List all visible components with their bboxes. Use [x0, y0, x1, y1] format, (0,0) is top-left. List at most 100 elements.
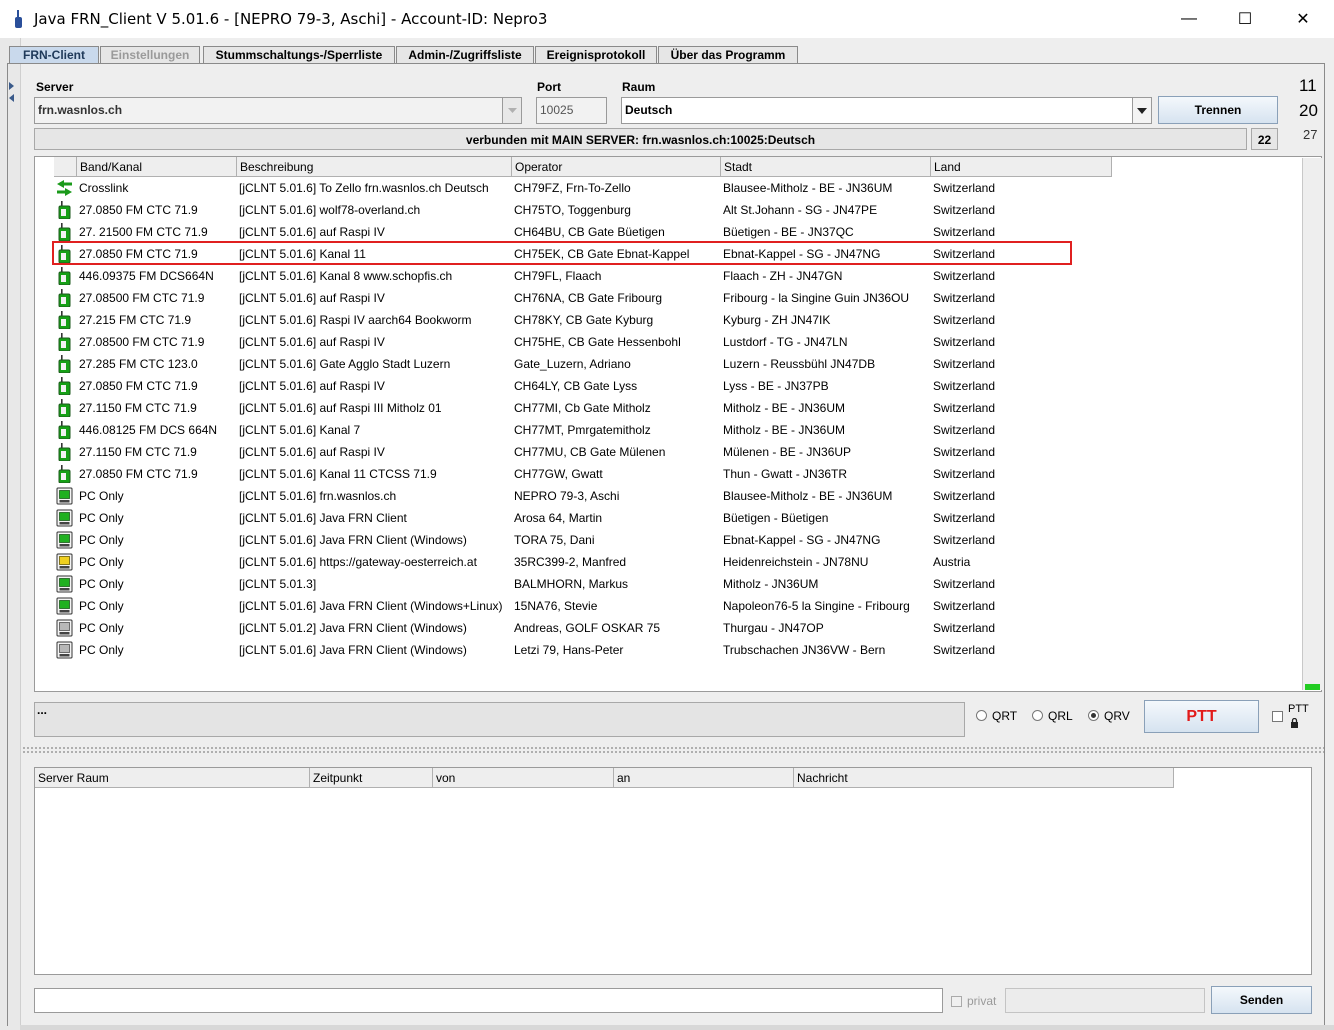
ptt-lock-checkbox[interactable]: [1272, 711, 1283, 722]
band-cell: 27.0850 FM CTC 71.9: [79, 379, 198, 393]
port-field[interactable]: 10025: [536, 97, 607, 124]
column-header-description[interactable]: Beschreibung: [237, 157, 512, 177]
column-header-city[interactable]: Stadt: [721, 157, 931, 177]
column-header-time[interactable]: Zeitpunkt: [310, 768, 433, 788]
crosslink-icon: [56, 179, 73, 197]
tab-frn-client[interactable]: FRN-Client: [9, 46, 99, 63]
server-label: Server: [36, 80, 74, 94]
server-dropdown-arrow-icon[interactable]: [502, 98, 521, 123]
city-cell: Kyburg - ZH JN47IK: [723, 313, 831, 327]
table-row[interactable]: 27.285 FM CTC 123.0 [jCLNT 5.01.6] Gate A…: [54, 353, 1301, 375]
private-checkbox[interactable]: [951, 996, 962, 1007]
operator-cell: Letzi 79, Hans-Peter: [514, 643, 624, 657]
operator-cell: CH75TO, Toggenburg: [514, 203, 631, 217]
radio-green-icon: [56, 201, 73, 220]
column-header-operator[interactable]: Operator: [512, 157, 721, 177]
band-cell: Crosslink: [79, 181, 129, 195]
table-scrollbar[interactable]: [1302, 158, 1322, 690]
tab-ereignisprotokoll[interactable]: Ereignisprotokoll: [535, 46, 657, 63]
pc-green-icon: [56, 575, 73, 593]
tab-admin[interactable]: Admin-/Zugriffsliste: [396, 46, 534, 63]
user-count: 22: [1251, 128, 1278, 150]
table-row[interactable]: PC Only [jCLNT 5.01.6] https://gateway-oe…: [54, 551, 1301, 573]
port-label: Port: [537, 80, 561, 94]
table-row[interactable]: Crosslink [jCLNT 5.01.6] To Zello frn.was…: [54, 177, 1301, 199]
band-cell: 27.08500 FM CTC 71.9: [79, 335, 205, 349]
tab-ueber[interactable]: Über das Programm: [658, 46, 798, 63]
connection-status: verbunden mit MAIN SERVER: frn.wasnlos.c…: [34, 128, 1247, 150]
table-row[interactable]: PC Only [jCLNT 5.01.3] BALMHORN, Markus Mit…: [54, 573, 1301, 595]
column-header-message[interactable]: Nachricht: [794, 768, 1174, 788]
disconnect-button[interactable]: Trennen: [1158, 96, 1278, 124]
level-meter: [1305, 684, 1320, 690]
table-row[interactable]: PC Only [jCLNT 5.01.6] Java FRN Client Aro…: [54, 507, 1301, 529]
city-cell: Alt St.Johann - SG - JN47PE: [723, 203, 878, 217]
operator-cell: CH77GW, Gwatt: [514, 467, 603, 481]
country-cell: Switzerland: [933, 467, 996, 481]
column-header-to[interactable]: an: [614, 768, 794, 788]
close-button[interactable]: ✕: [1274, 0, 1332, 38]
band-cell: PC Only: [79, 621, 124, 635]
table-row[interactable]: PC Only [jCLNT 5.01.2] Java FRN Client (W…: [54, 617, 1301, 639]
column-header-from[interactable]: von: [433, 768, 614, 788]
operator-cell: Andreas, GOLF OSKAR 75: [514, 621, 661, 635]
radio-green-icon: [56, 289, 73, 308]
title-bar: Java FRN_Client V 5.01.6 - [NEPRO 79-3, …: [0, 0, 1334, 38]
column-header-band[interactable]: Band/Kanal: [77, 157, 237, 177]
table-row[interactable]: 446.08125 FM DCS 664N [jCLNT 5.01.6] Kana…: [54, 419, 1301, 441]
table-row[interactable]: 27. 21500 FM CTC 71.9 [jCLNT 5.01.6] auf …: [54, 221, 1301, 243]
country-cell: Switzerland: [933, 379, 996, 393]
city-cell: Heidenreichstein - JN78NU: [723, 555, 869, 569]
window-title: Java FRN_Client V 5.01.6 - [NEPRO 79-3, …: [34, 10, 548, 28]
table-row[interactable]: 27.0850 FM CTC 71.9 [jCLNT 5.01.6] auf Ra…: [54, 375, 1301, 397]
operator-cell: CH75HE, CB Gate Hessenbohl: [514, 335, 681, 349]
maximize-button[interactable]: ☐: [1216, 0, 1274, 38]
tab-einstellungen[interactable]: Einstellungen: [100, 46, 200, 63]
table-row[interactable]: 27.215 FM CTC 71.9 [jCLNT 5.01.6] Raspi I…: [54, 309, 1301, 331]
counter-1: 11: [1299, 76, 1317, 95]
radio-qrt[interactable]: [976, 710, 987, 721]
room-combo[interactable]: Deutsch: [621, 97, 1152, 124]
table-row[interactable]: 27.1150 FM CTC 71.9 [jCLNT 5.01.6] auf Ra…: [54, 441, 1301, 463]
table-row[interactable]: PC Only [jCLNT 5.01.6] Java FRN Client (W…: [54, 639, 1301, 661]
operator-cell: CH64BU, CB Gate Büetigen: [514, 225, 665, 239]
table-row[interactable]: 27.0850 FM CTC 71.9 [jCLNT 5.01.6] wolf78…: [54, 199, 1301, 221]
private-recipient-field[interactable]: [1005, 988, 1205, 1013]
ptt-button[interactable]: PTT: [1144, 700, 1259, 733]
city-cell: Mitholz - BE - JN36UM: [723, 401, 846, 415]
country-cell: Switzerland: [933, 599, 996, 613]
country-cell: Switzerland: [933, 203, 996, 217]
server-combo[interactable]: frn.wasnlos.ch: [34, 97, 522, 124]
country-cell: Switzerland: [933, 335, 996, 349]
minimize-button[interactable]: —: [1160, 0, 1218, 38]
table-row[interactable]: 27.08500 FM CTC 71.9 [jCLNT 5.01.6] auf R…: [54, 287, 1301, 309]
pc-yellow-icon: [56, 553, 73, 571]
description-cell: [jCLNT 5.01.3]: [239, 577, 317, 591]
column-header-server-room[interactable]: Server Raum: [35, 768, 310, 788]
table-row[interactable]: PC Only [jCLNT 5.01.6] Java FRN Client (W…: [54, 529, 1301, 551]
tab-stummschaltung[interactable]: Stummschaltungs-/Sperrliste: [203, 46, 395, 63]
panel-splitter[interactable]: [22, 746, 1324, 754]
country-cell: Switzerland: [933, 577, 996, 591]
operator-cell: CH76NA, CB Gate Fribourg: [514, 291, 663, 305]
table-row[interactable]: PC Only [jCLNT 5.01.6] frn.wasnlos.ch NEPR…: [54, 485, 1301, 507]
table-row[interactable]: 27.1150 FM CTC 71.9 [jCLNT 5.01.6] auf Ra…: [54, 397, 1301, 419]
table-row[interactable]: PC Only [jCLNT 5.01.6] Java FRN Client (W…: [54, 595, 1301, 617]
description-cell: [jCLNT 5.01.6] Kanal 7: [239, 423, 361, 437]
table-row[interactable]: 27.08500 FM CTC 71.9 [jCLNT 5.01.6] auf R…: [54, 331, 1301, 353]
room-dropdown-arrow-icon[interactable]: [1132, 98, 1151, 123]
band-cell: 27.0850 FM CTC 71.9: [79, 203, 198, 217]
description-cell: [jCLNT 5.01.6] frn.wasnlos.ch: [239, 489, 397, 503]
band-cell: 27. 21500 FM CTC 71.9: [79, 225, 208, 239]
message-input[interactable]: [34, 988, 943, 1013]
band-cell: 27.0850 FM CTC 71.9: [79, 467, 198, 481]
table-row[interactable]: 27.0850 FM CTC 71.9 [jCLNT 5.01.6] Kanal …: [54, 463, 1301, 485]
column-header-country[interactable]: Land: [931, 157, 1112, 177]
radio-qrl[interactable]: [1032, 710, 1043, 721]
message-table: [34, 767, 1312, 975]
ptt-lock-label: PTT: [1288, 703, 1309, 715]
band-cell: 446.08125 FM DCS 664N: [79, 423, 218, 437]
table-row[interactable]: 446.09375 FM DCS664N [jCLNT 5.01.6] Kanal…: [54, 265, 1301, 287]
send-button[interactable]: Senden: [1211, 986, 1312, 1014]
radio-qrv[interactable]: [1088, 710, 1099, 721]
